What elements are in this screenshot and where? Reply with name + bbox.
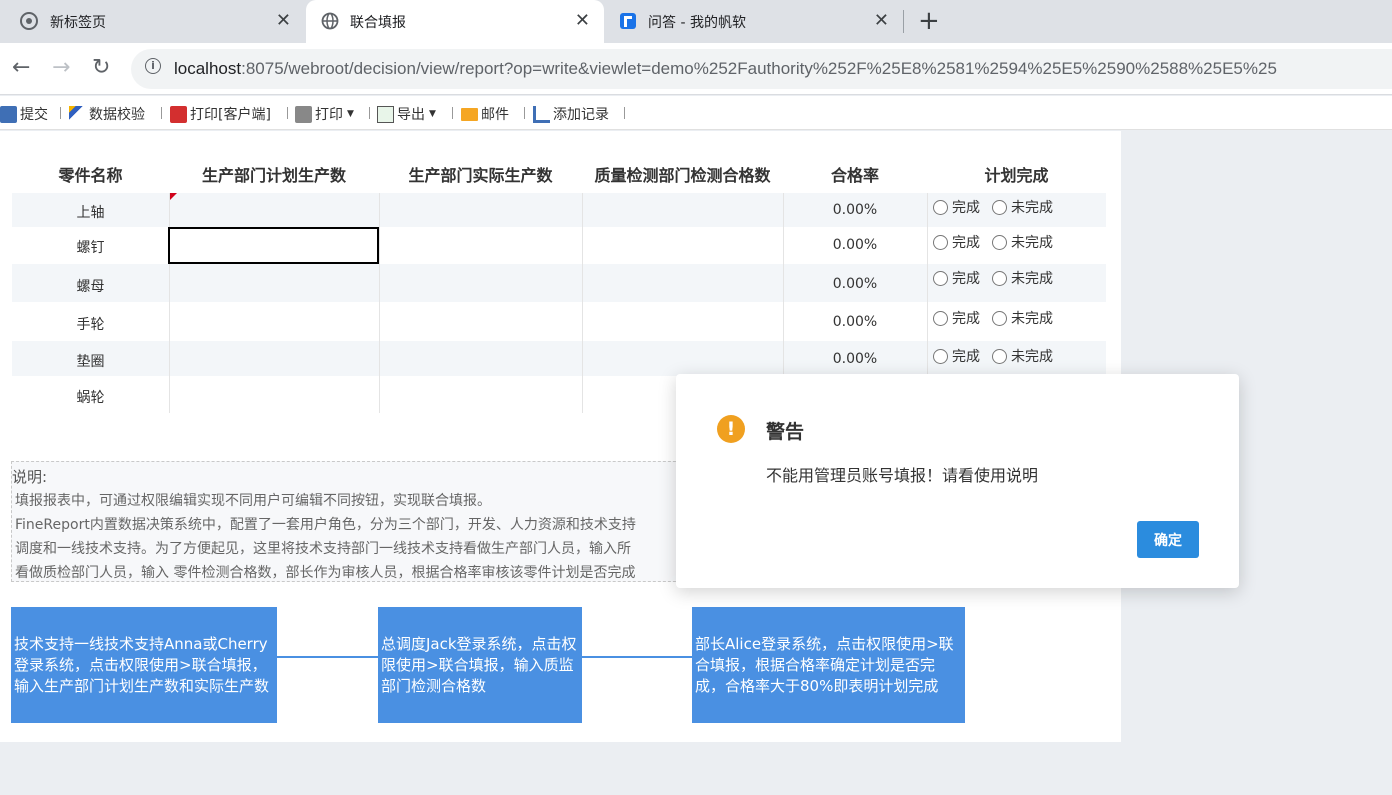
part-name: 手轮 [76,317,105,333]
radio-circle [933,348,948,364]
mail-icon [461,107,478,121]
url-text: localhost:8075/webroot/decision/view/rep… [174,59,1277,78]
reload-icon[interactable]: ↻ [92,55,110,80]
mail-button[interactable]: 邮件 [461,104,509,124]
tab-joint-fill[interactable]: 联合填报 ✕ [306,0,604,43]
notes-line: 填报报表中，可通过权限编辑实现不同用户可编辑不同按钮，实现联合填报。 [15,493,491,509]
new-tab-button[interactable]: + [918,6,940,36]
radio-circle [933,270,948,286]
add-record-icon [533,105,550,123]
radio-circle [933,199,948,215]
report-toolbar: 提交 数据校验 打印[客户端] 打印 ▼ 导出 ▼ 邮件 添加记录 [0,96,1392,130]
column-header: 计划完成 [984,166,1049,185]
chrome-icon [20,12,38,30]
warning-icon: ! [717,415,745,443]
flow-connector [582,656,692,658]
address-bar: ← → ↻ i localhost:8075/webroot/decision/… [0,43,1392,95]
flow-connector [277,656,378,658]
pass-rate: 0.00% [832,276,878,292]
dialog-message: 不能用管理员账号填报！请看使用说明 [766,466,1039,485]
radio-done[interactable]: 完成 [933,268,980,288]
flow-step-1: 技术支持一线技术支持Anna或Cherry登录系统，点击权限使用>联合填报，输入… [11,607,277,723]
pass-rate: 0.00% [832,237,878,253]
pass-rate: 0.00% [832,351,878,367]
radio-undone[interactable]: 未完成 [992,232,1053,252]
radio-done[interactable]: 完成 [933,346,980,366]
radio-undone[interactable]: 未完成 [992,197,1053,217]
part-name: 垫圈 [76,354,105,370]
validate-button[interactable]: 数据校验 [69,104,145,124]
printer-icon [295,105,312,123]
flow-step-2: 总调度Jack登录系统，点击权限使用>联合填报，输入质监部门检测合格数 [378,607,582,723]
radio-done[interactable]: 完成 [933,308,980,328]
radio-circle [992,310,1007,326]
tab-qa[interactable]: 问答 - 我的帆软 ✕ [605,0,903,43]
radio-circle [992,348,1007,364]
column-divider [927,193,928,376]
radio-circle [992,199,1007,215]
cell-marker [170,193,177,200]
tab-close-icon[interactable]: ✕ [276,10,291,31]
site-info-icon[interactable]: i [145,58,161,74]
flow-step-3: 部长Alice登录系统，点击权限使用>联合填报，根据合格率确定计划是否完成，合格… [692,607,965,723]
part-name: 蜗轮 [76,390,105,406]
qc-qty-cell[interactable] [582,193,783,227]
print-button[interactable]: 打印 ▼ [295,104,354,124]
radio-circle [992,270,1007,286]
save-icon [0,105,17,123]
print-client-button[interactable]: 打印[客户端] [170,104,271,124]
tab-title: 问答 - 我的帆软 [648,15,746,31]
radio-circle [992,234,1007,250]
browser-tab-bar: 新标签页 ✕ 联合填报 ✕ 问答 - 我的帆软 ✕ + [0,0,1392,43]
notes-line: 调度和一线技术支持。为了方便起见，这里将技术支持部门一线技术支持看做生产部门人员… [15,541,631,557]
selected-plan-qty-cell[interactable] [168,227,379,264]
pdf-print-icon [170,105,187,123]
submit-button[interactable]: 提交 [0,104,48,124]
chevron-down-icon: ▼ [347,109,354,119]
add-record-button[interactable]: 添加记录 [533,104,609,124]
radio-undone[interactable]: 未完成 [992,268,1053,288]
column-header: 零件名称 [58,166,123,185]
pass-rate: 0.00% [832,314,878,330]
radio-circle [933,310,948,326]
forward-arrow-icon[interactable]: → [52,55,70,80]
validate-wand-icon [69,105,86,123]
plan-qty-cell[interactable] [169,193,379,227]
part-name: 螺母 [76,279,105,295]
actual-qty-cell[interactable] [379,193,582,227]
radio-done[interactable]: 完成 [933,197,980,217]
tab-title: 联合填报 [350,15,406,31]
tab-title: 新标签页 [50,15,106,31]
dialog-title: 警告 [766,421,805,443]
pass-rate: 0.00% [832,202,878,218]
globe-icon [321,12,339,30]
tab-close-icon[interactable]: ✕ [874,10,889,31]
radio-undone[interactable]: 未完成 [992,346,1053,366]
export-button[interactable]: 导出 ▼ [377,104,436,124]
url-input[interactable]: i localhost:8075/webroot/decision/view/r… [131,49,1392,89]
radio-circle [933,234,948,250]
tab-separator [903,10,904,33]
fanruan-logo-icon [620,13,636,29]
tab-close-icon[interactable]: ✕ [575,10,590,31]
column-header: 生产部门实际生产数 [408,166,553,185]
column-header: 生产部门计划生产数 [201,166,346,185]
radio-undone[interactable]: 未完成 [992,308,1053,328]
notes-panel: 说明: 填报报表中，可通过权限编辑实现不同用户可编辑不同按钮，实现联合填报。 F… [11,461,711,582]
notes-line: 看做质检部门人员，输入 零件检测合格数，部长作为审核人员，根据合格率审核该零件计… [15,565,636,581]
ok-button[interactable]: 确定 [1137,521,1199,558]
chevron-down-icon: ▼ [429,109,436,119]
part-name: 上轴 [76,205,105,221]
column-header: 质量检测部门检测合格数 [594,166,771,185]
notes-line: FineReport内置数据决策系统中，配置了一套用户角色，分为三个部门，开发、… [15,517,636,533]
part-name: 螺钉 [76,240,105,256]
tab-new-tab[interactable]: 新标签页 ✕ [0,0,305,43]
radio-done[interactable]: 完成 [933,232,980,252]
back-arrow-icon[interactable]: ← [12,55,30,80]
column-header: 合格率 [830,166,879,185]
notes-heading: 说明: [12,468,48,486]
export-icon [377,105,394,123]
warning-dialog: ! 警告 不能用管理员账号填报！请看使用说明 确定 [676,374,1239,588]
